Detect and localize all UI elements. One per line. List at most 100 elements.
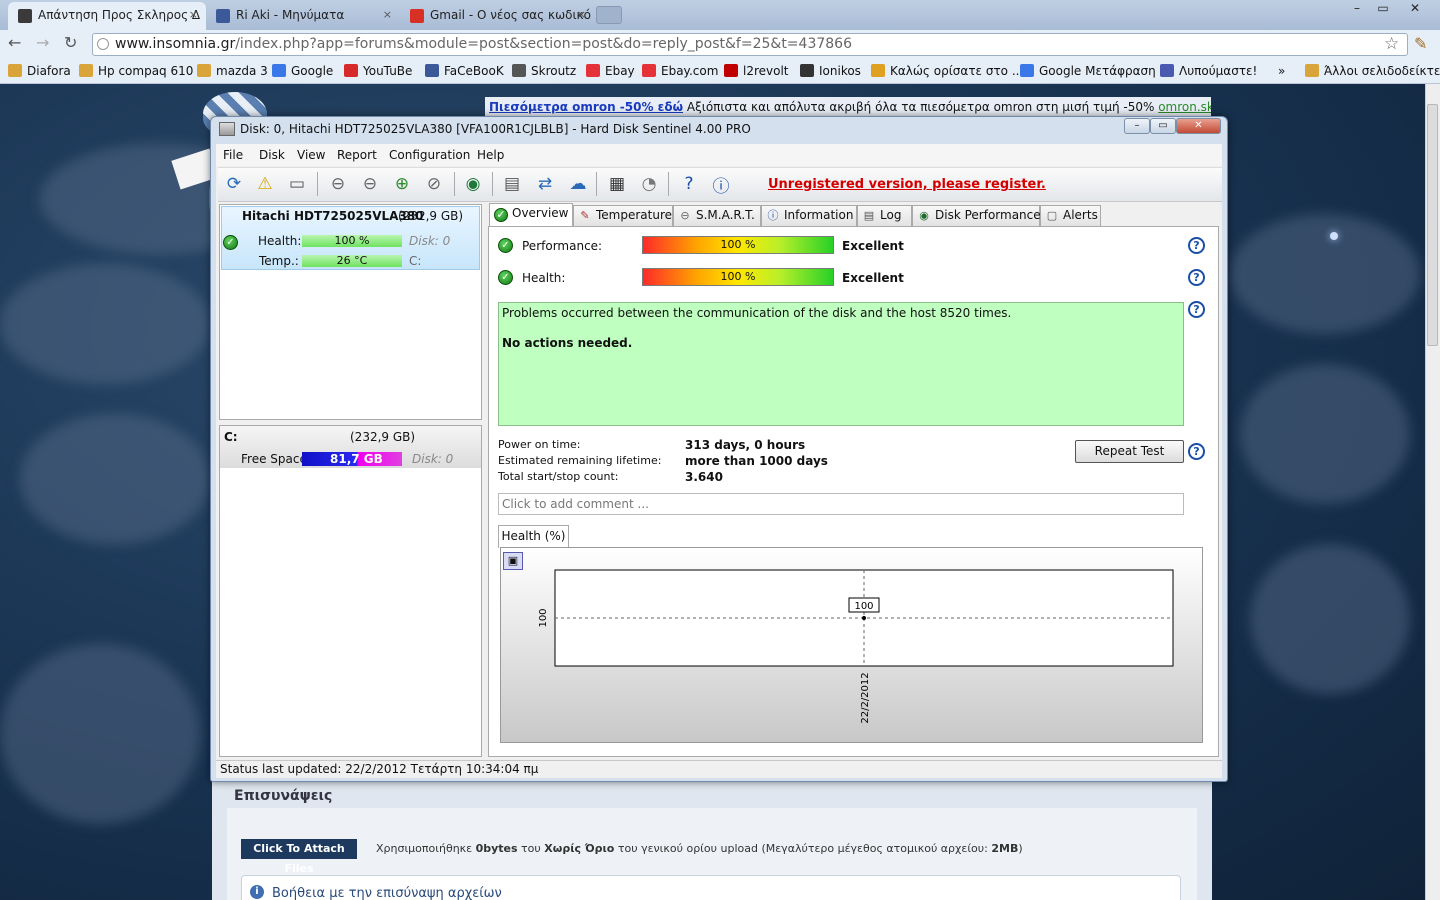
bookmark-diafora[interactable]: Diafora [8, 62, 71, 80]
maximize-button[interactable]: ▭ [1370, 0, 1396, 18]
about-icon[interactable]: ⓘ [708, 171, 734, 197]
address-bar[interactable]: www.insomnia.gr/index.php?app=forums&mod… [92, 33, 1408, 56]
report-icon[interactable]: ▤ [499, 171, 525, 197]
toolbar-separator [454, 172, 455, 196]
network-icon[interactable]: ☁ [565, 171, 591, 197]
tab-disk-performance[interactable]: ◉ Disk Performance [912, 205, 1041, 226]
tab-temperature[interactable]: ✎ Temperature [573, 205, 673, 226]
bookmark-label: Ebay [605, 64, 635, 78]
bookmark-ebay[interactable]: Ebay [586, 62, 635, 80]
refresh-icon[interactable]: ⟳ [221, 171, 247, 197]
tab-close-icon[interactable]: × [383, 2, 392, 28]
attach-info-text: του [517, 842, 545, 855]
insomnia-favicon-icon [18, 9, 32, 23]
bookmark-καλ-ς-ορ-σατε-στο-[interactable]: Καλώς ορίσατε στο ... [871, 62, 1023, 80]
message-help-icon[interactable]: ? [1188, 301, 1205, 318]
hds-minimize-button[interactable]: – [1124, 118, 1150, 134]
settings-icon[interactable]: ▦ [604, 171, 630, 197]
page-info-icon[interactable] [97, 38, 109, 50]
bookmark-ionikos[interactable]: Ionikos [800, 62, 861, 80]
toolbar-separator [317, 172, 318, 196]
ad-domain[interactable]: omron.skroutzsto [1158, 100, 1211, 114]
disk-drive-icon[interactable]: ▭ [284, 171, 310, 197]
attach-help-text[interactable]: Βοήθεια με την επισύναψη αρχείων [272, 886, 502, 900]
health-help-icon[interactable]: ? [1188, 269, 1205, 286]
bookmark-mazda-3[interactable]: mazda 3 [197, 62, 268, 80]
tab-information[interactable]: ⓘ Information [761, 205, 857, 226]
performance-ok-icon: ✓ [498, 238, 513, 253]
disk-test-icon[interactable]: ⊖ [325, 171, 351, 197]
disk-tool-icon[interactable]: ⊘ [421, 171, 447, 197]
chart-x-tick-label: 22/2/2012 [860, 672, 871, 723]
new-tab-button[interactable] [596, 6, 622, 24]
comment-field[interactable]: Click to add comment ... [498, 493, 1184, 515]
back-arrow-icon[interactable]: ← [8, 35, 21, 51]
bookmark-youtube[interactable]: YouTuBe [344, 62, 412, 80]
unregistered-link[interactable]: Unregistered version, please register. [768, 177, 1046, 192]
performance-rating: Excellent [842, 239, 904, 253]
folder-icon [79, 64, 93, 77]
sound-icon[interactable]: ◔ [636, 171, 662, 197]
other-bookmarks[interactable]: Άλλοι σελιδοδείκτες [1305, 62, 1440, 80]
warning-icon[interactable]: ⚠ [252, 171, 278, 197]
bookmark-hp-compaq-610[interactable]: Hp compaq 610 [79, 62, 193, 80]
globe-icon[interactable]: ◉ [460, 171, 486, 197]
gauge-icon: ◉ [919, 209, 929, 222]
bookmark-λυπο-μαστε-[interactable]: Λυπούμαστε! [1160, 62, 1257, 80]
tab-log[interactable]: ▤ Log [857, 205, 912, 226]
status-message-box: Problems occurred between the communicat… [498, 302, 1184, 426]
help-icon[interactable]: ? [676, 171, 702, 197]
ad-banner[interactable]: Πιεσόμετρα omron -50% εδώ Αξιόπιστα και … [485, 97, 1211, 117]
hds-maximize-button[interactable]: ▭ [1150, 118, 1176, 134]
close-button[interactable]: ✕ [1402, 0, 1428, 18]
send-report-icon[interactable]: ⇄ [532, 171, 558, 197]
minimize-button[interactable]: – [1344, 0, 1370, 18]
menu-help[interactable]: Help [477, 148, 504, 162]
reload-icon[interactable]: ↻ [64, 35, 77, 51]
performance-help-icon[interactable]: ? [1188, 237, 1205, 254]
repeat-test-button[interactable]: Repeat Test [1075, 440, 1184, 463]
tab-alerts[interactable]: ▢ Alerts [1040, 205, 1101, 226]
bookmark-l2revolt[interactable]: l2revolt [724, 62, 789, 80]
menu-report[interactable]: Report [337, 148, 377, 162]
bookmarks-overflow-button[interactable]: » [1278, 62, 1285, 80]
disk-ok-icon[interactable]: ⊕ [389, 171, 415, 197]
bookmark-star-icon[interactable]: ☆ [1384, 34, 1399, 54]
tab-overview[interactable]: ✓ Overview [489, 203, 573, 227]
tab-smart[interactable]: ⊖ S.M.A.R.T. [673, 205, 761, 226]
bookmark-skroutz[interactable]: Skroutz [512, 62, 576, 80]
ad-link[interactable]: Πιεσόμετρα omron -50% εδώ [489, 100, 683, 114]
bookmark-facebook[interactable]: FaCeBooK [425, 62, 504, 80]
tab-close-icon[interactable]: × [577, 2, 586, 28]
drive-disk-ref: Disk: 0 [412, 452, 454, 466]
tab-title: Απάντηση Προς Σκληρος Δ [38, 8, 201, 22]
menu-configuration[interactable]: Configuration [389, 148, 470, 162]
tab-label: Information [784, 208, 854, 222]
bookmark-google-μετ-φραση[interactable]: Google Μετάφραση [1020, 62, 1156, 80]
menu-disk[interactable]: Disk [259, 148, 285, 162]
menu-view[interactable]: View [297, 148, 325, 162]
surface-test-icon[interactable]: ⊖ [357, 171, 383, 197]
tab-close-icon[interactable]: × [189, 2, 198, 28]
browser-tab-insomnia[interactable]: Απάντηση Προς Σκληρος Δ × [8, 2, 206, 30]
bookmark-label: FaCeBooK [444, 64, 504, 78]
repeat-help-icon[interactable]: ? [1188, 443, 1205, 460]
bookmark-google[interactable]: Google [272, 62, 333, 80]
scrollbar-thumb[interactable] [1427, 104, 1438, 346]
thermometer-icon: ✎ [580, 209, 590, 222]
site-favicon-icon [1020, 64, 1034, 77]
attach-used-bytes: 0bytes [475, 842, 518, 855]
menu-file[interactable]: File [223, 148, 243, 162]
forward-arrow-icon[interactable]: → [36, 35, 49, 51]
bookmark-label: Diafora [27, 64, 71, 78]
hds-close-button[interactable]: ✕ [1176, 118, 1221, 134]
attachments-title: Επισυνάψεις [234, 788, 333, 804]
disk-ok-status-icon: ✓ [223, 235, 238, 250]
performance-bar: 100 % [642, 236, 834, 254]
health-graph-tab[interactable]: Health (%) [498, 525, 569, 548]
bookmark-ebay-com[interactable]: Ebay.com [642, 62, 718, 80]
browser-tab-gmail[interactable]: Gmail - Ο νέος σας κωδικό × [400, 2, 594, 30]
browser-tab-facebook[interactable]: Ri Aki - Μηνύματα × [206, 2, 400, 30]
attach-files-button[interactable]: Click To Attach Files [241, 839, 357, 875]
wrench-icon[interactable]: ✎ [1414, 34, 1427, 53]
